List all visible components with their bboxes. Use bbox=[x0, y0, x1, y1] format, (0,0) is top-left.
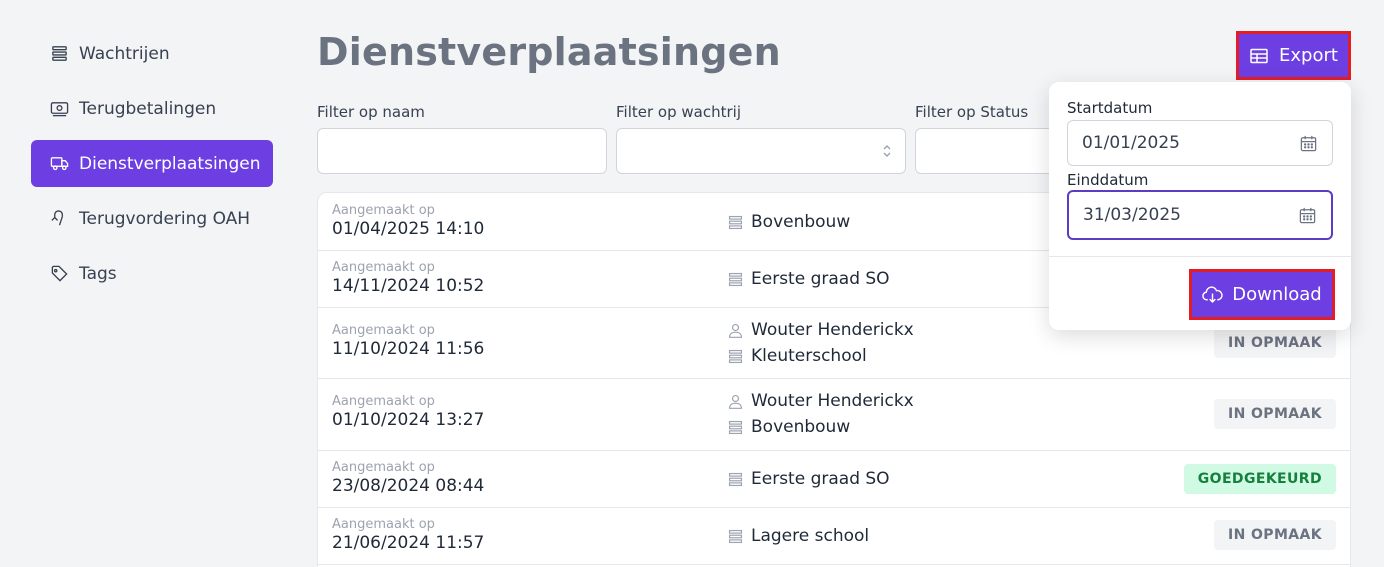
created-date: 23/08/2024 08:44 bbox=[332, 476, 485, 496]
sidebar-item-terugbetalingen[interactable]: Terugbetalingen bbox=[31, 85, 273, 132]
calendar-icon[interactable] bbox=[1298, 206, 1317, 225]
cloud-download-icon bbox=[1202, 284, 1223, 305]
queue-name: Lagere school bbox=[751, 526, 870, 546]
sidebar-item-label: Dienstverplaatsingen bbox=[79, 153, 261, 174]
created-label: Aangemaakt op bbox=[332, 203, 435, 218]
filter-name-label: Filter op naam bbox=[317, 103, 425, 121]
table-row[interactable]: Aangemaakt op 23/08/2024 08:44 Eerste gr… bbox=[318, 451, 1350, 508]
created-label: Aangemaakt op bbox=[332, 460, 435, 475]
created-label: Aangemaakt op bbox=[332, 517, 435, 532]
sidebar-item-label: Wachtrijen bbox=[79, 43, 170, 64]
person-name: Wouter Henderickx bbox=[751, 320, 914, 340]
sidebar-item-label: Terugbetalingen bbox=[79, 98, 217, 119]
truck-icon bbox=[49, 154, 69, 174]
created-label: Aangemaakt op bbox=[332, 260, 435, 275]
queue-icon bbox=[49, 44, 69, 64]
popup-divider bbox=[1049, 256, 1351, 257]
sidebar-item-label: Terugvordering OAH bbox=[79, 208, 251, 229]
chevron-updown-icon bbox=[881, 142, 893, 161]
download-button[interactable]: Download bbox=[1189, 269, 1335, 320]
filter-name-input[interactable] bbox=[317, 128, 607, 174]
sidebar-item-label: Tags bbox=[79, 263, 117, 284]
download-label: Download bbox=[1232, 284, 1322, 305]
filter-queue-select[interactable] bbox=[616, 128, 906, 174]
export-popup: Startdatum 01/01/2025 Einddatum 31/03/20… bbox=[1049, 82, 1351, 330]
start-date-value: 01/01/2025 bbox=[1082, 133, 1180, 153]
queue-icon bbox=[727, 471, 744, 488]
status-badge: GOEDGEKEURD bbox=[1183, 464, 1336, 494]
filter-queue-label: Filter op wachtrij bbox=[616, 103, 741, 121]
table-row[interactable]: Aangemaakt op 01/10/2024 13:27 Wouter He… bbox=[318, 379, 1350, 451]
created-date: 21/06/2024 11:57 bbox=[332, 533, 485, 553]
queue-name: Bovenbouw bbox=[751, 212, 851, 232]
created-date: 11/10/2024 11:56 bbox=[332, 339, 485, 359]
queue-name: Bovenbouw bbox=[751, 417, 851, 437]
end-date-label: Einddatum bbox=[1067, 171, 1149, 189]
tag-icon bbox=[49, 264, 69, 284]
table-icon bbox=[1249, 46, 1269, 66]
export-button[interactable]: Export bbox=[1236, 31, 1351, 80]
queue-icon bbox=[727, 271, 744, 288]
created-date: 01/04/2025 14:10 bbox=[332, 219, 485, 239]
status-badge: IN OPMAAK bbox=[1213, 328, 1336, 358]
status-badge: IN OPMAAK bbox=[1213, 399, 1336, 429]
created-label: Aangemaakt op bbox=[332, 323, 435, 338]
end-date-input[interactable]: 31/03/2025 bbox=[1067, 190, 1333, 240]
queue-name: Eerste graad SO bbox=[751, 269, 890, 289]
queue-icon bbox=[727, 528, 744, 545]
sidebar-item-dienstverplaatsingen[interactable]: Dienstverplaatsingen bbox=[31, 140, 273, 187]
queue-icon bbox=[727, 348, 744, 365]
start-date-input[interactable]: 01/01/2025 bbox=[1067, 120, 1333, 166]
person-name: Wouter Henderickx bbox=[751, 391, 914, 411]
created-date: 01/10/2024 13:27 bbox=[332, 410, 485, 430]
user-icon bbox=[727, 322, 744, 339]
queue-icon bbox=[727, 214, 744, 231]
sidebar-item-terugvordering-oah[interactable]: Terugvordering OAH bbox=[31, 195, 273, 242]
filter-status-select[interactable] bbox=[915, 128, 1055, 174]
end-date-value: 31/03/2025 bbox=[1083, 205, 1181, 225]
money-icon bbox=[49, 99, 69, 119]
start-date-label: Startdatum bbox=[1067, 99, 1153, 117]
user-icon bbox=[727, 393, 744, 410]
filter-status-label: Filter op Status bbox=[915, 103, 1029, 121]
sidebar-item-tags[interactable]: Tags bbox=[31, 250, 273, 297]
status-badge: IN OPMAAK bbox=[1213, 520, 1336, 550]
calendar-icon[interactable] bbox=[1299, 134, 1318, 153]
page-title: Dienstverplaatsingen bbox=[317, 30, 781, 74]
queue-name: Kleuterschool bbox=[751, 346, 867, 366]
table-row[interactable]: Aangemaakt op 21/06/2024 11:57 Lagere sc… bbox=[318, 508, 1350, 565]
queue-icon bbox=[727, 419, 744, 436]
export-label: Export bbox=[1279, 45, 1338, 66]
return-arrow-icon bbox=[49, 209, 69, 229]
queue-name: Eerste graad SO bbox=[751, 469, 890, 489]
created-date: 14/11/2024 10:52 bbox=[332, 276, 485, 296]
sidebar-item-wachtrijen[interactable]: Wachtrijen bbox=[31, 30, 273, 77]
created-label: Aangemaakt op bbox=[332, 394, 435, 409]
sidebar: Wachtrijen Terugbetalingen Dienstverplaa… bbox=[31, 30, 273, 305]
